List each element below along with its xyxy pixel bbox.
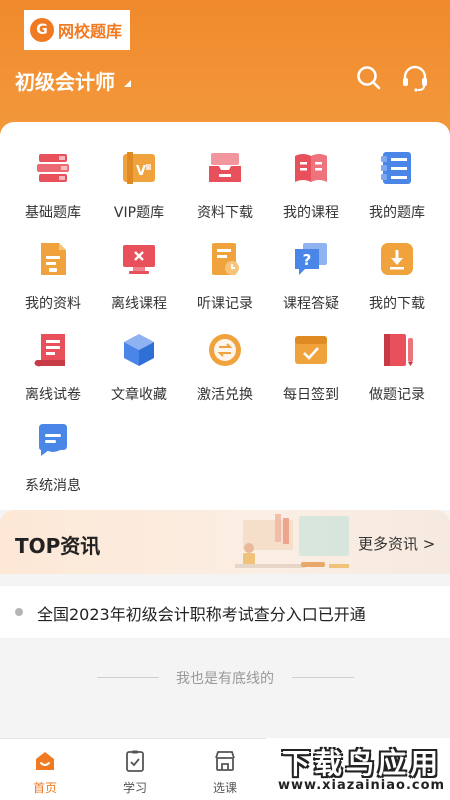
reading-illustration-icon	[235, 514, 349, 568]
top-news-title: TOP资讯	[15, 534, 101, 558]
search-icon[interactable]	[354, 63, 384, 93]
feature-item-5[interactable]: 我的资料	[10, 233, 96, 324]
feature-item-label: 基础题库	[25, 205, 81, 221]
vip-books-icon: V	[123, 152, 155, 184]
feature-item-label: 激活兑换	[197, 387, 253, 403]
news-item-title: 全国2023年初级会计职称考试查分入口已开通	[37, 605, 366, 624]
record-clock-icon	[212, 243, 239, 275]
feature-item-0[interactable]: 基础题库	[10, 142, 96, 233]
bullet-dot-icon	[15, 608, 23, 616]
monitor-icon	[123, 245, 155, 274]
exchange-coin-icon	[209, 334, 241, 366]
feature-item-13[interactable]: 每日签到	[268, 324, 354, 415]
feature-grid: 基础题库 V VIP题库 资料下载 我的课程 我的题库 我的资料 离线课程 听课记录? 课程答疑 我…	[10, 142, 440, 506]
feature-item-6[interactable]: 离线课程	[96, 233, 182, 324]
feature-item-15[interactable]: 系统消息	[10, 415, 96, 506]
document-icon	[41, 243, 66, 275]
feature-item-8[interactable]: ? 课程答疑	[268, 233, 354, 324]
feature-item-label: 系统消息	[25, 478, 81, 494]
books-icon	[37, 154, 69, 182]
open-book-icon	[295, 154, 327, 182]
tab-courses-label: 选课	[212, 781, 237, 795]
logo-mark-icon: G	[30, 18, 54, 42]
feature-item-10[interactable]: 离线试卷	[10, 324, 96, 415]
feature-item-label: 做题记录	[369, 387, 425, 403]
feature-item-2[interactable]: 资料下载	[182, 142, 268, 233]
tab-study[interactable]: 学习	[105, 749, 165, 796]
feature-item-label: 听课记录	[197, 296, 253, 312]
feature-item-1[interactable]: V VIP题库	[96, 142, 182, 233]
svg-text:V: V	[136, 164, 146, 179]
watermark-logo: 下载鸟应用 www.xiazainiao.com	[266, 738, 450, 800]
feature-item-label: 离线课程	[111, 296, 167, 312]
more-news-link[interactable]: 更多资讯 >	[358, 533, 435, 554]
notebook-pen-icon	[384, 334, 413, 366]
feature-item-label: 文章收藏	[111, 387, 167, 403]
question-bubble-icon: ?	[295, 243, 327, 275]
feature-item-label: 我的课程	[283, 205, 339, 221]
course-caret-icon[interactable]	[124, 80, 131, 87]
app-logo: G 网校题库	[24, 10, 130, 50]
cube-icon	[124, 334, 154, 366]
feature-item-4[interactable]: 我的题库	[354, 142, 440, 233]
logo-text: 网校题库	[58, 22, 123, 41]
feature-item-9[interactable]: 我的下载	[354, 233, 440, 324]
feature-item-label: VIP题库	[113, 205, 165, 221]
feature-item-label: 我的题库	[369, 205, 425, 221]
tray-download-icon	[209, 153, 241, 182]
feature-item-11[interactable]: 文章收藏	[96, 324, 182, 415]
news-list-item[interactable]: 全国2023年初级会计职称考试查分入口已开通	[0, 586, 450, 638]
question-list-icon	[381, 152, 411, 184]
chat-bubble-icon	[39, 424, 67, 456]
headset-icon[interactable]	[400, 63, 430, 93]
course-selector[interactable]: 初级会计师	[15, 66, 115, 95]
feature-item-3[interactable]: 我的课程	[268, 142, 354, 233]
feature-item-label: 每日签到	[283, 387, 339, 403]
feature-card: 基础题库 V VIP题库 资料下载 我的课程 我的题库 我的资料 离线课程 听课记录? 课程答疑 我…	[0, 122, 450, 510]
home-icon	[36, 752, 54, 770]
end-of-list-note: 我也是有底线的	[0, 668, 450, 688]
watermark-url: www.xiazainiao.com	[278, 778, 446, 793]
download-icon	[381, 243, 413, 275]
tab-home[interactable]: 首页	[15, 749, 75, 796]
watermark-title: 下载鸟应用	[282, 747, 443, 780]
feature-item-label: 资料下载	[197, 205, 253, 221]
feature-item-12[interactable]: 激活兑换	[182, 324, 268, 415]
store-icon	[215, 751, 235, 771]
tab-study-label: 学习	[122, 781, 147, 795]
feature-item-label: 我的资料	[25, 296, 81, 312]
end-of-list-text: 我也是有底线的	[176, 671, 274, 687]
feature-item-label: 离线试卷	[25, 387, 81, 403]
svg-text:?: ?	[303, 251, 312, 269]
feature-item-label: 课程答疑	[283, 296, 339, 312]
feature-item-14[interactable]: 做题记录	[354, 324, 440, 415]
study-clipboard-icon	[126, 750, 144, 772]
calendar-check-icon	[295, 336, 327, 364]
tab-home-label: 首页	[32, 781, 57, 795]
feature-item-7[interactable]: 听课记录	[182, 233, 268, 324]
top-news-banner: TOP资讯 更多资讯 >	[0, 510, 450, 574]
paper-scroll-icon	[34, 334, 65, 367]
feature-item-label: 我的下载	[369, 296, 425, 312]
tab-courses[interactable]: 选课	[195, 749, 255, 796]
